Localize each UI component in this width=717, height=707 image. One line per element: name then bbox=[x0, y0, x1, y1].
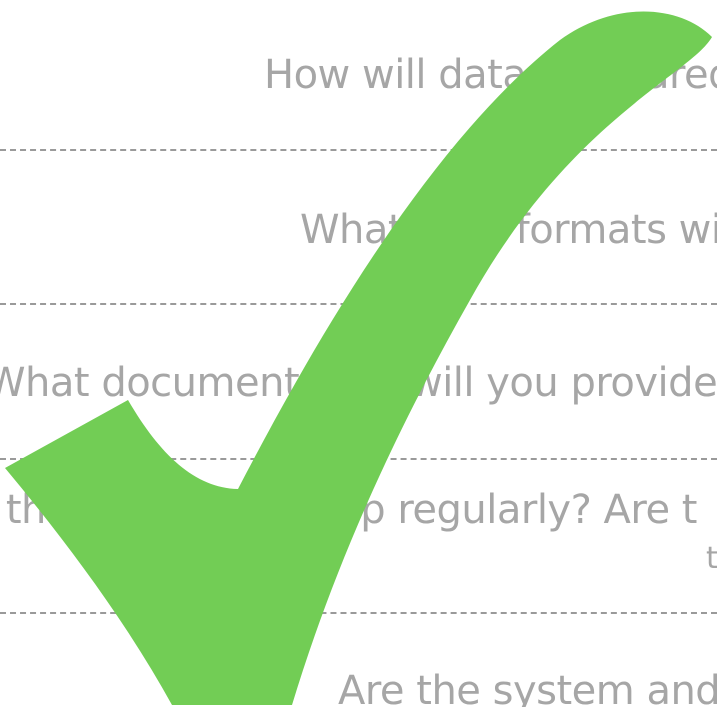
checkmark-icon bbox=[5, 11, 712, 705]
checklist-slide: How will data be shared What data format… bbox=[0, 0, 717, 707]
